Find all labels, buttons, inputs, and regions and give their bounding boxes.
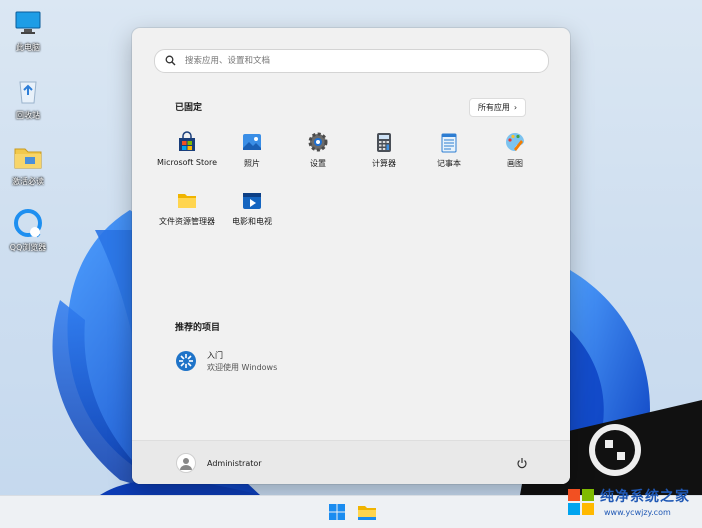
- pinned-app-settings[interactable]: 设置: [286, 131, 350, 169]
- desktop-icon-label: 此电脑: [16, 43, 40, 52]
- windows-start-icon: [329, 504, 345, 520]
- pinned-app-notepad[interactable]: 记事本: [417, 131, 481, 169]
- pinned-app-label: 画图: [507, 159, 523, 168]
- recommended-item-get-started[interactable]: 入门 欢迎使用 Windows: [175, 348, 355, 378]
- pinned-app-label: 设置: [310, 159, 326, 168]
- taskbar-file-explorer-button[interactable]: [355, 500, 379, 524]
- store-icon: [176, 131, 198, 153]
- search-input[interactable]: [183, 52, 527, 70]
- pinned-app-microsoft-store[interactable]: Microsoft Store: [155, 131, 219, 167]
- computer-icon: [13, 8, 43, 38]
- photos-icon: [241, 131, 263, 153]
- paint-icon: [504, 131, 526, 153]
- avatar: [176, 453, 196, 473]
- user-name: Administrator: [207, 458, 262, 468]
- desktop-icon-this-pc[interactable]: 此电脑: [6, 8, 50, 53]
- watermark: 纯净系统之家 www.ycwjzy.com: [560, 483, 702, 527]
- pinned-app-movies-tv[interactable]: 电影和电视: [220, 189, 284, 227]
- power-icon[interactable]: [516, 457, 528, 469]
- desktop-icon-qq-browser[interactable]: QQ浏览器: [6, 208, 50, 253]
- pinned-app-paint[interactable]: 画图: [483, 131, 547, 169]
- pinned-app-label: 计算器: [372, 159, 396, 168]
- start-menu: 已固定 所有应用 › Microsoft Store 照片 设置 计算器 记事本: [132, 28, 570, 484]
- pinned-app-photos[interactable]: 照片: [220, 131, 284, 169]
- calculator-icon: [373, 131, 395, 153]
- file-explorer-icon: [358, 506, 376, 520]
- desktop-icon-recycle-bin[interactable]: 回收站: [6, 76, 50, 121]
- pinned-app-label: 记事本: [437, 159, 461, 168]
- pinned-app-label: 文件资源管理器: [159, 217, 215, 226]
- pinned-app-label: 照片: [244, 159, 260, 168]
- start-button[interactable]: [325, 500, 349, 524]
- search-box[interactable]: [154, 49, 549, 73]
- recycle-bin-icon: [13, 76, 43, 106]
- user-account-button[interactable]: Administrator: [176, 453, 262, 473]
- recommended-item-subtitle: 欢迎使用 Windows: [207, 363, 278, 372]
- start-menu-footer: Administrator: [132, 440, 570, 484]
- watermark-url: www.ycwjzy.com: [604, 508, 671, 517]
- all-apps-button[interactable]: 所有应用 ›: [469, 98, 526, 117]
- search-icon: [165, 55, 176, 66]
- recommended-item-title: 入门: [207, 351, 223, 360]
- file-explorer-icon: [176, 189, 198, 211]
- pinned-section-title: 已固定: [175, 103, 203, 113]
- all-apps-label: 所有应用: [477, 103, 510, 112]
- chevron-right-icon: ›: [513, 103, 518, 112]
- watermark-text: 纯净系统之家: [600, 489, 690, 505]
- movies-tv-icon: [241, 189, 263, 211]
- folder-icon: [13, 142, 43, 172]
- pinned-app-label: Microsoft Store: [156, 158, 218, 167]
- pinned-app-calculator[interactable]: 计算器: [352, 131, 416, 169]
- qq-browser-icon: [13, 208, 43, 238]
- notepad-icon: [438, 131, 460, 153]
- watermark-logo-icon: [568, 489, 594, 515]
- pinned-app-file-explorer[interactable]: 文件资源管理器: [155, 189, 219, 227]
- recommended-section-title: 推荐的项目: [175, 323, 221, 333]
- settings-gear-icon: [307, 131, 329, 153]
- desktop-icon-activation-readme[interactable]: 激活必读: [6, 142, 50, 187]
- desktop-icon-label: 激活必读: [12, 177, 44, 186]
- desktop-icon-label: 回收站: [16, 111, 40, 120]
- desktop-icon-label: QQ浏览器: [9, 243, 47, 252]
- pinned-app-label: 电影和电视: [232, 217, 272, 226]
- get-started-icon: [175, 350, 197, 372]
